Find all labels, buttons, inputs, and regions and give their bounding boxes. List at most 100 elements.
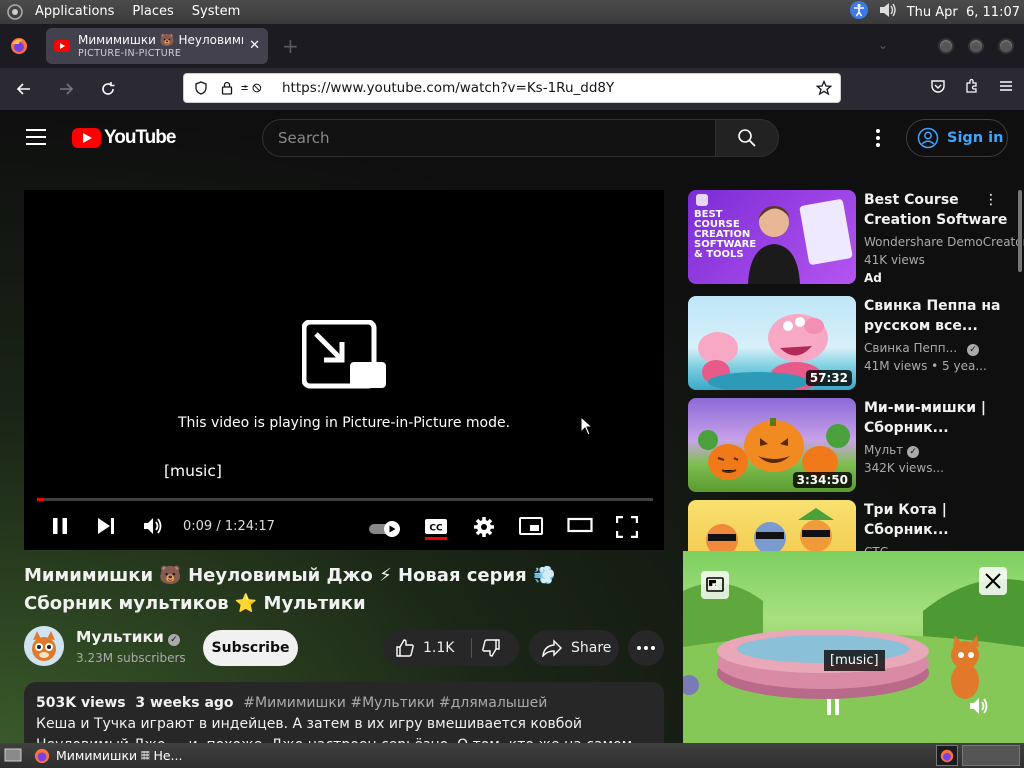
extensions-icon[interactable] <box>964 78 980 98</box>
close-pip-button[interactable] <box>979 567 1007 595</box>
pip-message: This video is playing in Picture-in-Pict… <box>177 415 511 431</box>
channel-name[interactable]: Мультики ✓ <box>76 628 180 646</box>
show-desktop-icon[interactable] <box>4 748 22 765</box>
sign-in-button[interactable]: Sign in <box>906 119 1008 157</box>
volume-icon[interactable] <box>877 0 899 24</box>
more-actions-button[interactable] <box>628 630 664 666</box>
return-to-tab-button[interactable] <box>701 571 729 599</box>
recommendation-channel: Wondershare DemoCreator <box>864 235 1024 249</box>
bottom-taskbar: Мимимишки 𝄜 Не... <box>0 743 1024 768</box>
recommendation-item[interactable]: BEST COURSE CREATION SOFTWARE & TOOLS Be… <box>688 190 1024 285</box>
firefox-icon <box>34 748 50 763</box>
recommendation-thumbnail[interactable]: BEST COURSE CREATION SOFTWARE & TOOLS <box>688 190 856 284</box>
firefox-icon <box>940 749 954 762</box>
settings-button[interactable] <box>473 516 495 538</box>
firefox-menu-icon[interactable] <box>0 24 38 68</box>
youtube-play-icon <box>72 128 101 148</box>
workspace-switcher[interactable] <box>936 745 958 766</box>
url-bar[interactable]: https://www.youtube.com/watch?v=Ks-1Ru_d… <box>183 73 841 103</box>
active-tab[interactable]: Мимимишки 🐻 Неуловимый Джо ⚡ Новая серия… <box>46 28 268 64</box>
new-tab-button[interactable]: + <box>282 34 299 58</box>
bookmark-star-icon[interactable] <box>815 79 833 100</box>
permissions-icon[interactable] <box>240 81 266 95</box>
close-window-button[interactable] <box>998 38 1014 54</box>
guide-menu-icon[interactable] <box>26 129 46 145</box>
taskbar-firefox-window[interactable]: Мимимишки 𝄜 Не... <box>34 743 182 768</box>
maximize-button[interactable] <box>968 38 984 54</box>
youtube-logo[interactable]: YouTube <box>72 127 176 149</box>
upload-age: 3 weeks ago <box>135 695 234 711</box>
minimize-button[interactable] <box>938 38 954 54</box>
recommendation-thumbnail[interactable]: 57:32 <box>688 296 856 390</box>
dislike-button[interactable] <box>481 638 501 662</box>
recommendation-item[interactable]: 57:32 Свинка Пеппа на русском все... Сви… <box>688 296 1018 390</box>
system-menu[interactable]: System <box>183 0 249 24</box>
tab-close-icon[interactable]: ✕ <box>249 38 260 53</box>
recommendation-menu-icon[interactable]: ⋮ <box>984 192 998 208</box>
search-input[interactable]: Search <box>262 119 716 157</box>
pocket-icon[interactable] <box>930 78 946 98</box>
top-panel: Applications Places System Thu Apr 6, 11… <box>0 0 1024 24</box>
pause-icon <box>53 518 67 534</box>
app-menu-icon[interactable] <box>998 78 1014 98</box>
fullscreen-button[interactable] <box>616 516 638 538</box>
recommendation-item[interactable]: 3:34:50 Ми-ми-мишки | Сборник... Мульт ✓ … <box>688 398 1018 492</box>
lock-icon[interactable] <box>214 81 240 95</box>
url-text[interactable]: https://www.youtube.com/watch?v=Ks-1Ru_d… <box>282 80 614 96</box>
search-button[interactable] <box>715 119 779 157</box>
time-display: 0:09 / 1:24:17 <box>183 519 275 534</box>
duration-badge: 3:34:50 <box>792 472 852 488</box>
pip-return-icon <box>706 577 724 592</box>
svg-text:CC: CC <box>429 524 443 534</box>
account-icon <box>917 127 939 149</box>
video-title: Мимимишки 🐻 Неуловимый Джо ⚡ Новая серия… <box>24 565 556 614</box>
shield-icon[interactable] <box>188 81 214 95</box>
list-tabs-icon[interactable]: ⌄ <box>878 38 888 52</box>
autoplay-toggle[interactable] <box>368 520 404 538</box>
channel-avatar[interactable] <box>24 626 64 666</box>
workspace-2[interactable] <box>962 745 1020 766</box>
pip-mute-button[interactable] <box>967 695 991 717</box>
recommendation-title[interactable]: Ми-ми-мишки | Сборник... <box>864 398 1014 438</box>
subtitles-button[interactable]: CC <box>424 516 448 540</box>
pause-icon <box>827 699 839 715</box>
pip-caption: [music] <box>824 650 885 671</box>
page-scrollbar[interactable] <box>1018 190 1022 272</box>
forward-button[interactable] <box>48 73 84 105</box>
hashtags[interactable]: #Мимимишки #Мультики #длямалышей <box>243 695 547 711</box>
recommendation-thumbnail[interactable]: 3:34:50 <box>688 398 856 492</box>
tab-strip: Мимимишки 🐻 Неуловимый Джо ⚡ Новая серия… <box>0 24 1024 68</box>
like-button[interactable]: 1.1K <box>383 638 454 658</box>
cc-icon: CC <box>425 519 447 540</box>
pause-button[interactable] <box>50 516 70 536</box>
duration-badge: 57:32 <box>805 370 852 386</box>
recommendation-title[interactable]: Свинка Пеппа на русском все... <box>864 296 1014 336</box>
pip-pause-button[interactable] <box>823 697 843 717</box>
video-player[interactable]: This video is playing in Picture-in-Pict… <box>24 190 664 550</box>
theater-mode-button[interactable] <box>567 516 593 534</box>
reload-button[interactable] <box>90 73 126 105</box>
miniplayer-button[interactable] <box>519 516 543 536</box>
share-button[interactable]: Share <box>529 630 619 666</box>
youtube-header: YouTube Search Sign in <box>0 110 1024 166</box>
subscriber-count: 3.23M subscribers <box>76 651 186 665</box>
applications-menu[interactable]: Applications <box>26 0 123 24</box>
settings-kebab-icon[interactable] <box>870 129 886 149</box>
accessibility-icon[interactable] <box>849 0 869 24</box>
gnome-foot-icon[interactable] <box>6 3 26 21</box>
verified-icon: ✓ <box>967 344 980 356</box>
picture-in-picture-window[interactable] <box>683 551 1024 743</box>
window-controls <box>938 38 1014 54</box>
mute-button[interactable] <box>142 516 164 536</box>
places-menu[interactable]: Places <box>123 0 182 24</box>
back-button[interactable] <box>6 73 42 105</box>
recommendation-title[interactable]: Три Кота | Сборник... <box>864 500 1014 540</box>
clock[interactable]: Thu Apr 6, 11:07 <box>907 5 1020 20</box>
view-count: 503K views <box>36 695 126 711</box>
description-box[interactable]: 503K views 3 weeks ago #Мимимишки #Мульт… <box>24 682 664 752</box>
progress-bar[interactable] <box>37 498 653 501</box>
next-button[interactable] <box>96 516 116 536</box>
like-dislike-group: 1.1K <box>383 630 519 666</box>
picture-in-picture-icon <box>302 320 386 389</box>
subscribe-button[interactable]: Subscribe <box>203 630 298 666</box>
